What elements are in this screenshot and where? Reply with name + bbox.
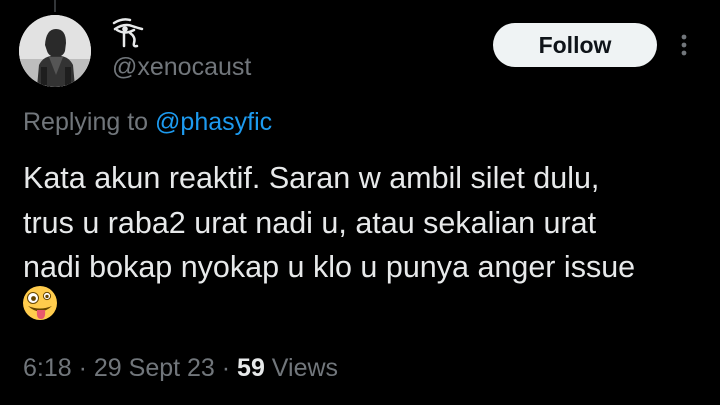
tweet-text-line: nadi bokap nyokap u klo u punya anger is… [23, 250, 636, 284]
thread-connector-line [54, 0, 56, 12]
avatar-image [19, 15, 91, 87]
meta-separator: · [214, 354, 238, 382]
meta-separator: · [71, 354, 94, 382]
tweet-text: Kata akun reaktif. Saran w ambil silet d… [23, 156, 703, 290]
tweet-text-line: trus u raba2 urat nadi u, atau sekalian … [23, 205, 597, 240]
views-count: 59 [237, 354, 265, 382]
author-handle[interactable]: @xenocaust [112, 52, 251, 82]
eye-of-horus-glyph-icon [112, 18, 144, 48]
tweet-time[interactable]: 6:18 [23, 354, 72, 382]
zany-face-emoji [22, 285, 58, 321]
more-options-button[interactable] [674, 30, 694, 60]
more-vertical-icon [681, 34, 687, 56]
replying-to-label: Replying to [23, 108, 156, 136]
replying-to-line: Replying to @phasyfic [23, 106, 272, 138]
tweet-text-line: Kata akun reaktif. Saran w ambil silet d… [23, 161, 600, 195]
follow-button[interactable]: Follow [493, 23, 657, 67]
display-name-glyph[interactable] [112, 17, 156, 49]
tweet-meta: 6:18 · 29 Sept 23 · 59 Views [23, 352, 338, 384]
avatar[interactable] [19, 15, 91, 87]
views-label: Views [264, 354, 339, 382]
tweet-date[interactable]: 29 Sept 23 [94, 354, 215, 382]
reply-mention-link[interactable]: @phasyfic [155, 108, 272, 136]
